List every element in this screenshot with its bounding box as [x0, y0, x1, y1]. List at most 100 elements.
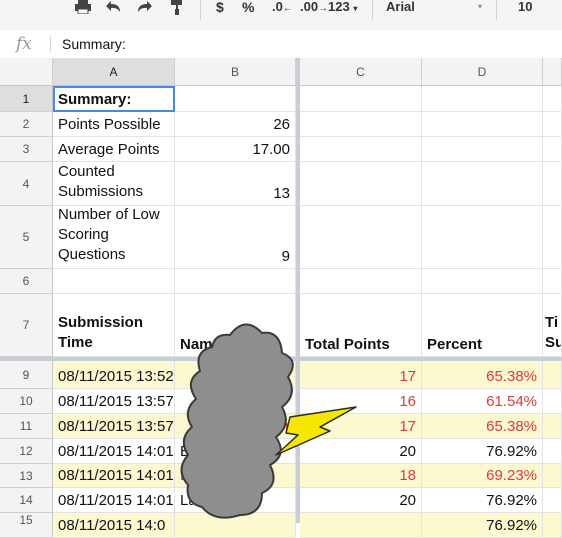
- column-header-a[interactable]: A: [53, 58, 175, 86]
- row-header[interactable]: 13: [0, 464, 53, 488]
- cell[interactable]: [300, 86, 422, 112]
- dropdown-caret-icon[interactable]: ▾: [478, 0, 482, 18]
- row-header[interactable]: 4: [0, 162, 53, 206]
- font-size-select[interactable]: 10: [518, 0, 532, 18]
- cell[interactable]: [422, 162, 543, 206]
- header-total-points[interactable]: Total Points: [300, 294, 422, 357]
- cell-percent[interactable]: 69.23%: [422, 464, 543, 488]
- cell[interactable]: [300, 137, 422, 162]
- cell-total-points[interactable]: 20: [300, 439, 422, 464]
- cell-total-points[interactable]: 17: [300, 414, 422, 439]
- cell[interactable]: [543, 206, 562, 269]
- cell-average-points-label[interactable]: Average Points: [53, 137, 175, 162]
- cell[interactable]: [543, 414, 562, 439]
- row-header[interactable]: 12: [0, 439, 53, 464]
- cell-name[interactable]: [175, 361, 296, 389]
- row-header[interactable]: 9: [0, 361, 53, 389]
- frozen-columns-divider[interactable]: [296, 58, 300, 523]
- cell[interactable]: [175, 269, 296, 294]
- cell[interactable]: [422, 86, 543, 112]
- cell-name[interactable]: B: [175, 439, 296, 464]
- formula-input[interactable]: Summary:: [62, 36, 126, 52]
- row-header[interactable]: 7: [0, 294, 53, 357]
- print-icon[interactable]: [74, 0, 92, 18]
- header-percent[interactable]: Percent: [422, 294, 543, 357]
- undo-icon[interactable]: [104, 0, 122, 18]
- row-header[interactable]: 14: [0, 488, 53, 513]
- frozen-rows-divider[interactable]: [0, 357, 562, 361]
- cell[interactable]: [422, 112, 543, 137]
- cell-submission-time[interactable]: 08/11/2015 14:01: [53, 439, 175, 464]
- cell[interactable]: [543, 137, 562, 162]
- redo-icon[interactable]: [136, 0, 154, 18]
- cell[interactable]: [543, 439, 562, 464]
- cell-points-possible-label[interactable]: Points Possible: [53, 112, 175, 137]
- cell-name[interactable]: [175, 513, 296, 538]
- cell-percent[interactable]: 76.92%: [422, 513, 543, 538]
- cell[interactable]: [543, 112, 562, 137]
- cell[interactable]: [300, 112, 422, 137]
- increase-decimal-button[interactable]: .00→: [300, 0, 328, 18]
- cell-submission-time[interactable]: 08/11/2015 13:57: [53, 414, 175, 439]
- cell-counted-submissions-label[interactable]: Counted Submissions: [53, 162, 175, 206]
- column-header-c[interactable]: C: [300, 58, 422, 86]
- cell-name[interactable]: L er: [175, 464, 296, 488]
- cell[interactable]: [543, 389, 562, 414]
- cell-percent[interactable]: 65.38%: [422, 414, 543, 439]
- cell-name[interactable]: La: [175, 488, 296, 513]
- cell-percent[interactable]: 76.92%: [422, 439, 543, 464]
- row-header[interactable]: 3: [0, 137, 53, 162]
- cell[interactable]: [543, 464, 562, 488]
- row-header[interactable]: 5: [0, 206, 53, 269]
- header-submission-time[interactable]: Submission Time: [53, 294, 175, 357]
- cell-submission-time[interactable]: 08/11/2015 13:52: [53, 361, 175, 389]
- cell-low-scoring-value[interactable]: 9: [175, 206, 296, 269]
- cell-counted-submissions-value[interactable]: 13: [175, 162, 296, 206]
- column-header-d[interactable]: D: [422, 58, 543, 86]
- cell[interactable]: [543, 488, 562, 513]
- cell-percent[interactable]: 76.92%: [422, 488, 543, 513]
- cell-points-possible-value[interactable]: 26: [175, 112, 296, 137]
- cell-total-points[interactable]: [300, 513, 422, 538]
- row-header[interactable]: 11: [0, 414, 53, 439]
- cell[interactable]: [300, 162, 422, 206]
- cell-total-points[interactable]: 20: [300, 488, 422, 513]
- cell-submission-time[interactable]: 08/11/2015 14:01: [53, 464, 175, 488]
- cell-total-points[interactable]: 18: [300, 464, 422, 488]
- cell-percent[interactable]: 65.38%: [422, 361, 543, 389]
- cell[interactable]: [175, 86, 296, 112]
- cell-total-points[interactable]: 17: [300, 361, 422, 389]
- cell[interactable]: [53, 269, 175, 294]
- cell-submission-time[interactable]: 08/11/2015 14:0: [53, 513, 175, 538]
- cell-name[interactable]: [175, 389, 296, 414]
- cell-a1-summary[interactable]: Summary:: [53, 86, 175, 112]
- header-time-submitted[interactable]: Ti Su: [543, 294, 562, 357]
- row-header[interactable]: 10: [0, 389, 53, 414]
- more-formats-button[interactable]: 123 ▾: [328, 0, 357, 18]
- column-header-e[interactable]: [543, 58, 562, 86]
- cell[interactable]: [543, 513, 562, 538]
- header-name[interactable]: Nam: [175, 294, 296, 357]
- column-header-b[interactable]: B: [175, 58, 296, 86]
- paint-format-icon[interactable]: [170, 0, 184, 18]
- select-all-corner[interactable]: [0, 58, 53, 86]
- percent-format-button[interactable]: %: [242, 0, 254, 18]
- cell-percent[interactable]: 61.54%: [422, 389, 543, 414]
- cell[interactable]: [543, 162, 562, 206]
- row-header[interactable]: 2: [0, 112, 53, 137]
- row-header[interactable]: 6: [0, 269, 53, 294]
- cell-submission-time[interactable]: 08/11/2015 14:01: [53, 488, 175, 513]
- cell[interactable]: [422, 269, 543, 294]
- cell-submission-time[interactable]: 08/11/2015 13:57: [53, 389, 175, 414]
- cell-average-points-value[interactable]: 17.00: [175, 137, 296, 162]
- cell[interactable]: [543, 269, 562, 294]
- cell[interactable]: [543, 86, 562, 112]
- cell[interactable]: [422, 137, 543, 162]
- cell-name[interactable]: r: [175, 414, 296, 439]
- row-header[interactable]: 15: [0, 513, 53, 538]
- cell[interactable]: [422, 206, 543, 269]
- currency-format-button[interactable]: $: [216, 0, 224, 18]
- cell-low-scoring-label[interactable]: Number of Low Scoring Questions: [53, 206, 175, 269]
- decrease-decimal-button[interactable]: .0←: [272, 0, 293, 18]
- cell[interactable]: [300, 269, 422, 294]
